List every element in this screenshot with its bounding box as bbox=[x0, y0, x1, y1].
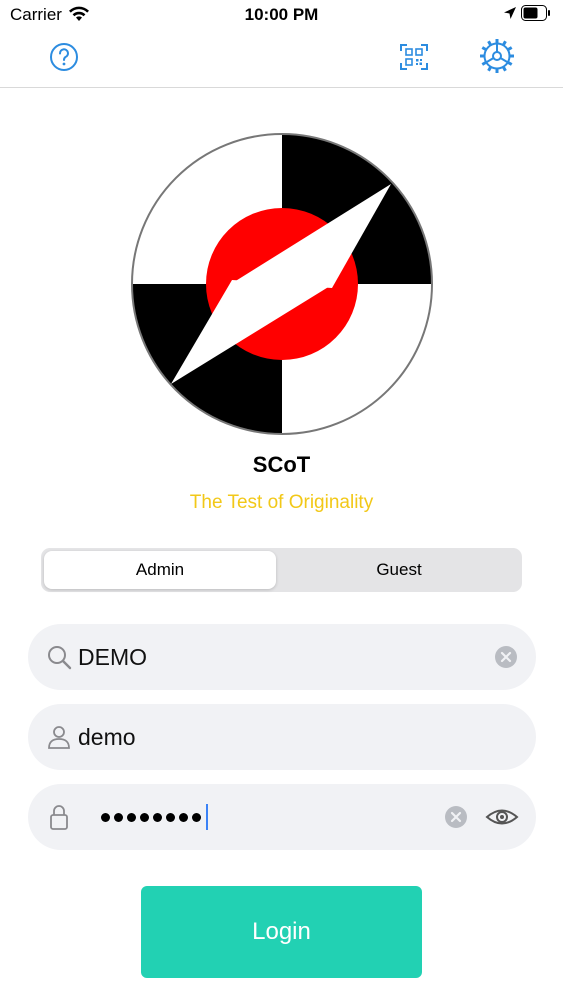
segment-guest[interactable]: Guest bbox=[279, 551, 519, 589]
password-dot bbox=[179, 812, 188, 822]
clear-icon[interactable] bbox=[444, 805, 468, 829]
user-icon bbox=[48, 726, 70, 749]
organization-value: DEMO bbox=[78, 644, 147, 670]
organization-field[interactable]: DEMO bbox=[28, 624, 536, 690]
password-masked-value bbox=[101, 784, 208, 850]
text-caret bbox=[206, 804, 208, 830]
password-dot bbox=[153, 812, 162, 822]
search-icon bbox=[48, 646, 72, 670]
app-tagline: The Test of Originality bbox=[189, 492, 374, 513]
password-dot bbox=[192, 812, 201, 822]
role-segmented-control: Admin Guest bbox=[41, 548, 522, 592]
eye-icon[interactable] bbox=[485, 805, 519, 829]
app-logo bbox=[131, 133, 433, 435]
segment-admin[interactable]: Admin bbox=[44, 551, 276, 589]
location-arrow-icon bbox=[504, 7, 516, 19]
status-time: 10:00 PM bbox=[244, 5, 319, 24]
password-dot bbox=[140, 812, 149, 822]
password-dot bbox=[114, 812, 123, 822]
password-dot bbox=[101, 812, 110, 822]
password-dot bbox=[127, 812, 136, 822]
app-name: SCoT bbox=[252, 452, 311, 477]
nav-divider bbox=[0, 87, 563, 88]
qr-scan-button[interactable] bbox=[394, 37, 434, 77]
gear-icon bbox=[480, 39, 514, 73]
lock-icon bbox=[50, 805, 68, 830]
question-circle-icon bbox=[50, 43, 78, 71]
settings-button[interactable] bbox=[477, 36, 517, 76]
password-dot bbox=[166, 812, 175, 822]
help-button[interactable] bbox=[44, 37, 84, 77]
battery-icon bbox=[521, 5, 550, 21]
username-field[interactable]: demo bbox=[28, 704, 536, 770]
status-bar: Carrier 10:00 PM bbox=[0, 0, 563, 30]
qr-scan-icon bbox=[400, 44, 428, 70]
username-value: demo bbox=[78, 724, 136, 750]
login-button[interactable]: Login bbox=[141, 886, 422, 978]
clear-icon[interactable] bbox=[494, 645, 518, 669]
password-field[interactable] bbox=[28, 784, 536, 850]
